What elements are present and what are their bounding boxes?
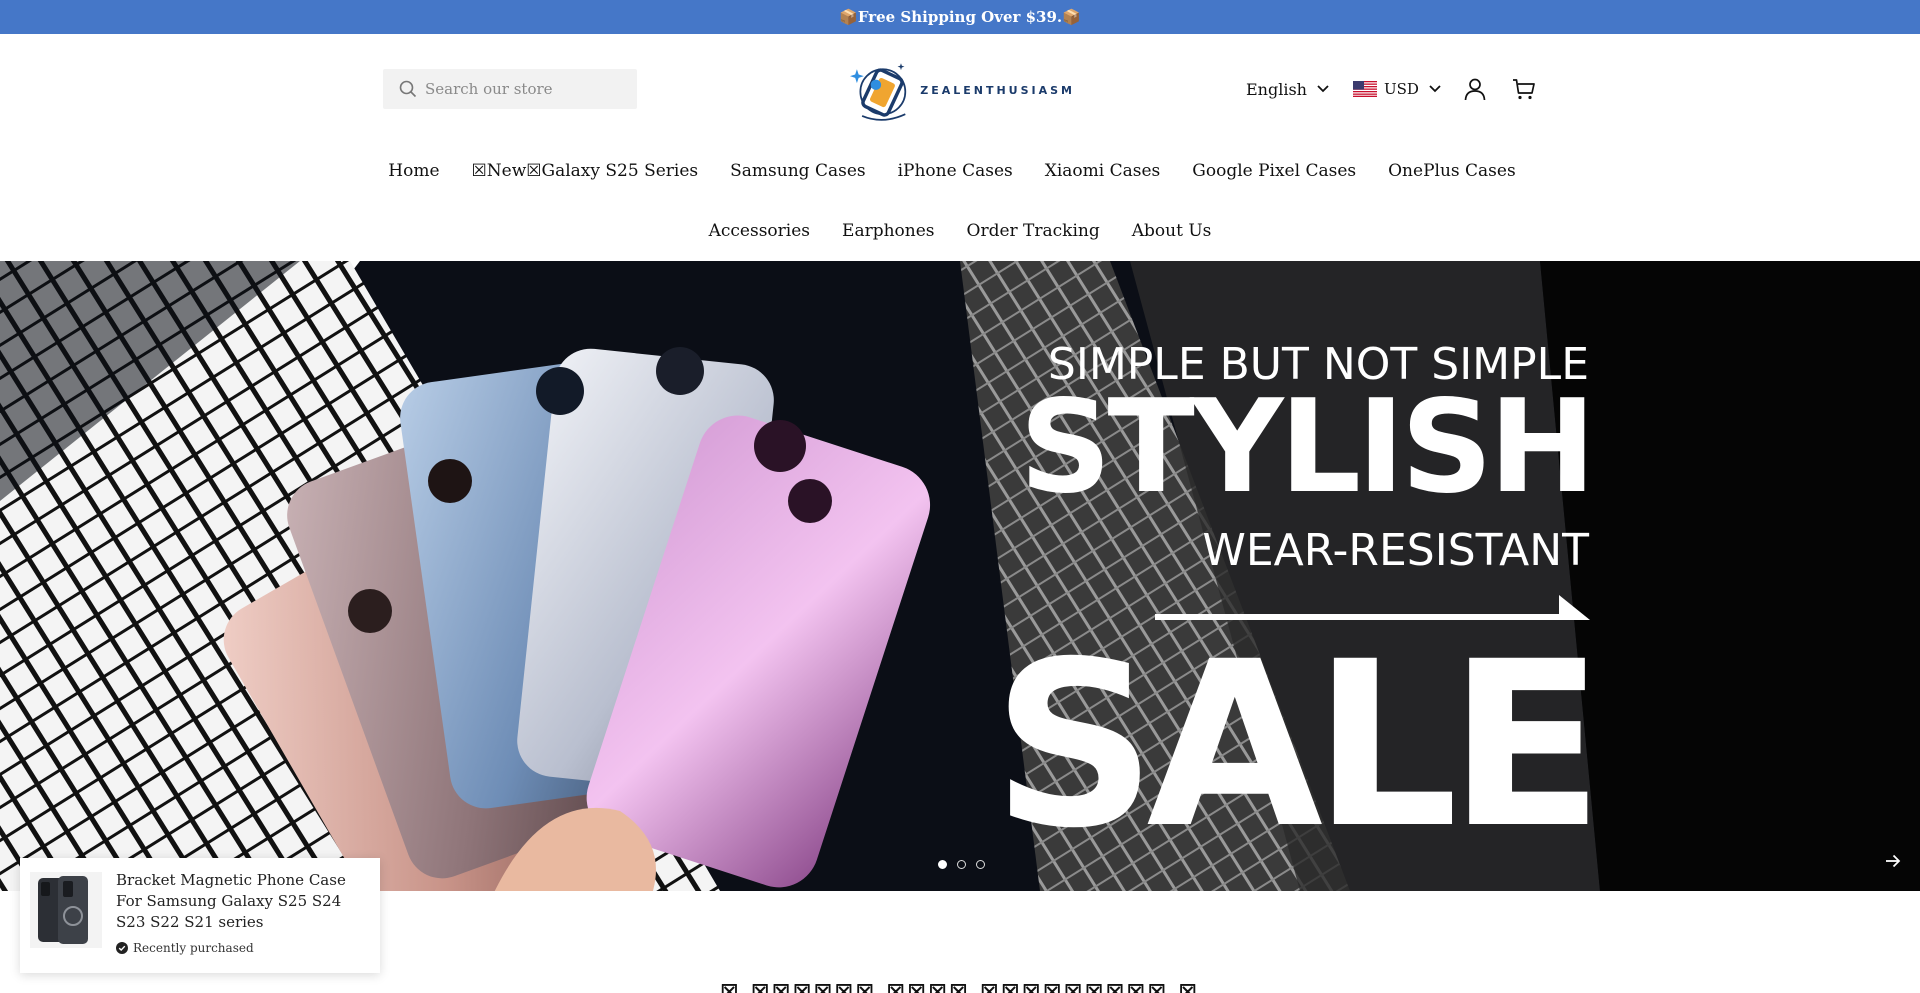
announcement-bar: 📦Free Shipping Over $39.📦 <box>0 0 1920 34</box>
nav-item-iphone-cases[interactable]: iPhone Cases <box>898 161 1013 181</box>
recent-purchase-popup[interactable]: Bracket Magnetic Phone Case For Samsung … <box>20 858 380 973</box>
popup-product-title[interactable]: Bracket Magnetic Phone Case For Samsung … <box>116 870 368 933</box>
account-button[interactable] <box>1463 77 1487 101</box>
currency-label: USD <box>1383 80 1419 98</box>
hero-sale-text: SALE <box>992 612 1604 878</box>
hero-headline: STYLISH <box>1019 373 1596 522</box>
hero-background-image <box>0 261 1920 891</box>
cart-icon <box>1512 79 1535 100</box>
language-label: English <box>1246 79 1307 99</box>
hero-slideshow[interactable]: SIMPLE BUT NOT SIMPLE STYLISH WEAR-RESIS… <box>0 261 1920 891</box>
arrow-right-icon[interactable] <box>1884 852 1902 870</box>
nav-item-xiaomi-cases[interactable]: Xiaomi Cases <box>1045 161 1161 181</box>
nav-item-accessories[interactable]: Accessories <box>709 221 810 241</box>
announcement-text: 📦Free Shipping Over $39.📦 <box>839 8 1081 26</box>
chevron-down-icon <box>1317 85 1329 93</box>
search-input[interactable] <box>425 80 625 98</box>
hero-subtitle: WEAR-RESISTANT <box>1202 525 1589 576</box>
popup-body: Bracket Magnetic Phone Case For Samsung … <box>116 870 368 961</box>
phone-case-image <box>30 872 102 948</box>
slide-dot-3[interactable] <box>976 860 985 869</box>
verified-check-icon <box>116 942 128 954</box>
cart-button[interactable] <box>1512 77 1536 101</box>
nav-item-galaxy-s25[interactable]: ☒New☒Galaxy S25 Series <box>472 161 699 181</box>
us-flag-icon <box>1352 81 1377 97</box>
popup-status: Recently purchased <box>116 941 368 955</box>
site-logo[interactable]: ZEALENTHUSIASM <box>850 52 1075 128</box>
popup-status-text: Recently purchased <box>133 941 254 955</box>
nav-item-earphones[interactable]: Earphones <box>842 221 934 241</box>
nav-item-home[interactable]: Home <box>388 161 439 181</box>
header-actions: English USD <box>1246 74 1536 104</box>
product-thumbnail <box>30 872 102 948</box>
logo-mark-icon <box>850 63 907 121</box>
search-icon[interactable] <box>399 80 417 98</box>
currency-selector[interactable]: USD <box>1352 80 1441 98</box>
main-nav-row-2: Accessories Earphones Order Tracking Abo… <box>0 221 1920 241</box>
user-icon <box>1464 78 1486 101</box>
section-heading: ☒ ☒☒☒☒☒☒ ☒☒☒☒ ☒☒☒☒☒☒☒☒☒ ☒ <box>720 980 1200 993</box>
nav-item-google-pixel-cases[interactable]: Google Pixel Cases <box>1192 161 1356 181</box>
nav-item-samsung-cases[interactable]: Samsung Cases <box>730 161 865 181</box>
language-selector[interactable]: English <box>1246 80 1329 99</box>
main-nav-row-1: Home ☒New☒Galaxy S25 Series Samsung Case… <box>0 161 1920 181</box>
nav-item-order-tracking[interactable]: Order Tracking <box>967 221 1100 241</box>
chevron-down-icon <box>1429 85 1441 93</box>
slideshow-dots <box>938 860 995 869</box>
search-box[interactable] <box>383 69 637 109</box>
site-header: ZEALENTHUSIASM English USD <box>0 34 1920 260</box>
nav-item-oneplus-cases[interactable]: OnePlus Cases <box>1388 161 1516 181</box>
slide-dot-2[interactable] <box>957 860 966 869</box>
logo-text: ZEALENTHUSIASM <box>920 83 1075 97</box>
nav-item-about-us[interactable]: About Us <box>1132 221 1212 241</box>
slide-dot-1[interactable] <box>938 860 947 869</box>
